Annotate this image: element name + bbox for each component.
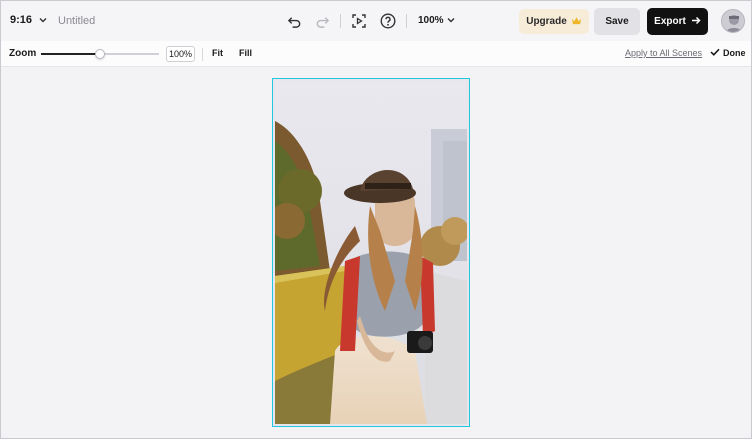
scene-photo [275, 81, 467, 424]
avatar-icon [722, 10, 744, 32]
zoom-slider[interactable] [41, 49, 159, 59]
divider [202, 48, 203, 61]
avatar[interactable] [721, 9, 745, 33]
zoom-toolbar: Zoom 100% Fit Fill Apply to All Scenes D… [1, 41, 751, 67]
undo-icon[interactable] [285, 12, 303, 30]
fill-button[interactable]: Fill [239, 48, 252, 58]
apply-to-all-scenes-link[interactable]: Apply to All Scenes [625, 48, 702, 58]
aspect-ratio-label: 9:16 [10, 14, 33, 26]
top-bar: 9:16 Untitled 100% Upgrade Save Export [1, 1, 751, 41]
help-icon[interactable] [379, 12, 397, 30]
canvas-selection-frame[interactable] [272, 78, 470, 427]
zoom-slider-thumb[interactable] [95, 49, 105, 59]
done-label: Done [723, 48, 746, 58]
crown-icon [571, 16, 582, 28]
chevron-down-icon [447, 15, 455, 26]
aspect-ratio-selector[interactable]: 9:16 [10, 14, 47, 26]
divider [340, 14, 341, 28]
done-button[interactable]: Done [710, 48, 746, 58]
upgrade-button[interactable]: Upgrade [519, 9, 589, 34]
save-button[interactable]: Save [594, 8, 640, 35]
export-label: Export [654, 16, 686, 27]
checkmark-icon [710, 48, 720, 58]
export-button[interactable]: Export [647, 8, 708, 35]
redo-icon[interactable] [313, 12, 331, 30]
chevron-down-icon [39, 16, 47, 25]
zoom-level-dropdown[interactable]: 100% [418, 15, 455, 26]
preview-play-icon[interactable] [350, 12, 368, 30]
zoom-level-value: 100% [418, 15, 444, 26]
zoom-slider-fill [41, 53, 100, 55]
divider [406, 14, 407, 28]
arrow-right-icon [691, 16, 701, 28]
zoom-value-input[interactable]: 100% [166, 46, 195, 62]
zoom-label: Zoom [9, 48, 37, 59]
upgrade-label: Upgrade [526, 16, 567, 27]
fit-button[interactable]: Fit [212, 48, 223, 58]
document-title[interactable]: Untitled [58, 15, 95, 27]
